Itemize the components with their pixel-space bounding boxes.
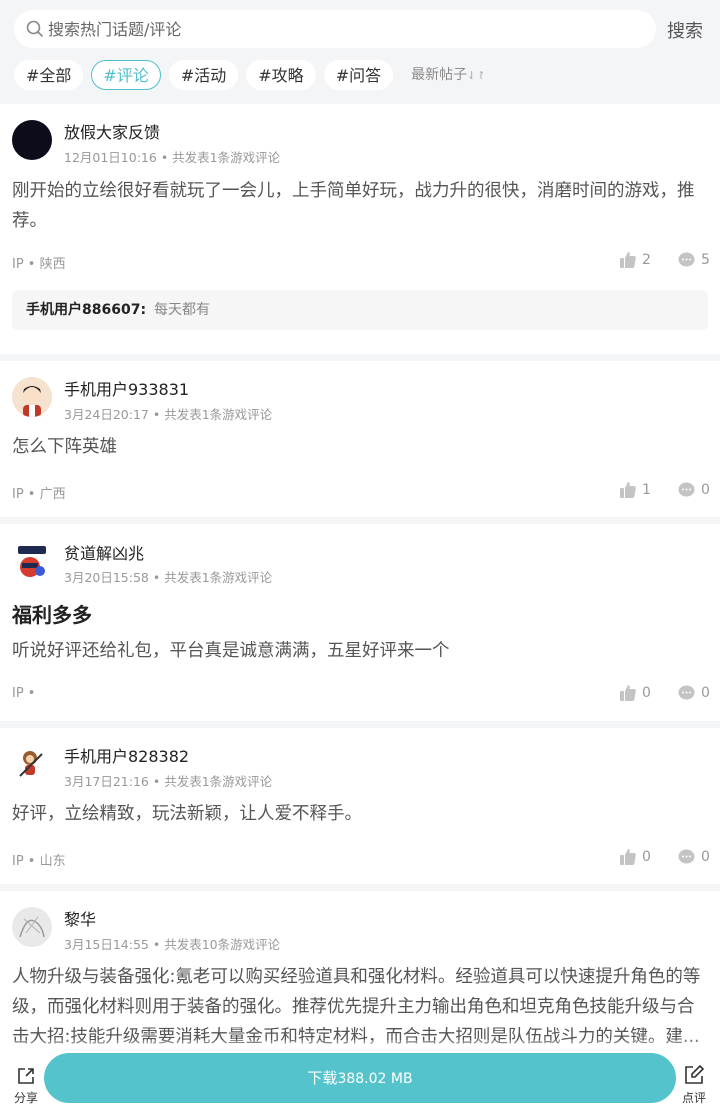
edit-icon (685, 1064, 705, 1084)
username[interactable]: 贫道解凶兆 (64, 540, 144, 564)
post-meta: 3月24日20:17 • 共发表1条游戏评论 (64, 407, 273, 422)
username[interactable]: 手机用户933831 (64, 376, 189, 400)
username[interactable]: 手机用户828382 (64, 743, 189, 767)
like-button[interactable]: 2 (620, 252, 651, 268)
post-text: 怎么下阵英雄 (12, 437, 117, 457)
tag-review[interactable]: #评论 (91, 60, 161, 90)
post-meta: 3月15日14:55 • 共发表10条游戏评论 (64, 937, 281, 952)
header-area: 搜索 #全部 #评论 #活动 #攻略 #问答 最新帖子⇃↾ (0, 0, 720, 104)
thumbs-up-icon (620, 849, 636, 865)
post-card[interactable]: 放假大家反馈 12月01日10:16 • 共发表1条游戏评论 刚开始的立绘很好看… (0, 104, 720, 354)
sort-icon: ⇃↾ (467, 68, 486, 82)
download-size: 388.02 MB (337, 1071, 413, 1087)
comment-icon (678, 252, 695, 267)
comment-button[interactable]: 5 (678, 252, 710, 268)
thumbs-up-icon (620, 685, 636, 701)
avatar[interactable] (12, 907, 52, 947)
post-card[interactable]: 手机用户828382 3月17日21:16 • 共发表1条游戏评论 好评，立绘精… (0, 728, 720, 884)
thumbs-up-icon (620, 482, 636, 498)
like-button[interactable]: 0 (620, 849, 651, 865)
username[interactable]: 黎华 (64, 906, 96, 930)
post-text: 刚开始的立绘很好看就玩了一会儿，上手简单好玩，战力升的很快，消磨时间的游戏，推荐… (12, 181, 695, 231)
comment-button[interactable]: 0 (678, 482, 710, 498)
post-text: 人物升级与装备强化:氪老可以购买经验道具和强化材料。经验道具可以快速提升角色的等… (12, 967, 701, 1047)
post-summary: 共发表1条游戏评论 (164, 774, 273, 789)
reply-text: 每天都有 (154, 302, 211, 318)
comment-icon (678, 685, 695, 700)
reply-preview[interactable]: 手机用户886607: 每天都有 (12, 290, 708, 330)
comment-icon (678, 482, 695, 497)
post-time: 3月15日14:55 (64, 937, 149, 952)
ip-location: IP • 陕西 (12, 257, 66, 272)
avatar-cartoon-icon (18, 546, 46, 577)
avatar-boy-icon (23, 386, 41, 417)
download-label: 下载 (307, 1069, 338, 1087)
share-label: 分享 (13, 1091, 38, 1105)
post-summary: 共发表1条游戏评论 (164, 407, 273, 422)
reply-user: 手机用户886607: (26, 302, 147, 318)
post-text: 听说好评还给礼包，平台真是诚意满满，五星好评来一个 (12, 641, 450, 661)
sort-label: 最新帖子 (411, 66, 468, 83)
post-summary: 共发表1条游戏评论 (164, 570, 273, 585)
thumbs-up-icon (620, 252, 636, 268)
post-meta: 12月01日10:16 • 共发表1条游戏评论 (64, 150, 281, 165)
tag-filter-bar: #全部 #评论 #活动 #攻略 #问答 最新帖子⇃↾ (14, 59, 486, 91)
like-button[interactable]: 0 (620, 685, 651, 701)
avatar[interactable] (12, 377, 52, 417)
comment-button[interactable]: 0 (678, 849, 710, 865)
comment-count: 0 (701, 685, 710, 701)
comment-icon (678, 849, 695, 864)
ip-location: IP • 山东 (12, 854, 66, 869)
post-summary: 共发表10条游戏评论 (164, 937, 281, 952)
share-icon (18, 1068, 34, 1084)
like-count: 0 (642, 685, 651, 701)
post-summary: 共发表1条游戏评论 (172, 150, 281, 165)
username[interactable]: 放假大家反馈 (64, 119, 160, 143)
comment-count: 0 (701, 482, 710, 498)
search-icon (26, 20, 43, 37)
post-time: 3月24日20:17 (64, 407, 149, 422)
post-title: 福利多多 (12, 603, 92, 627)
avatar-sketch-icon (19, 916, 45, 938)
search-button[interactable]: 搜索 (667, 17, 703, 43)
divider (0, 354, 720, 361)
tag-qa[interactable]: #问答 (323, 60, 394, 90)
like-count: 0 (642, 849, 651, 865)
post-time: 3月17日21:16 (64, 774, 149, 789)
tag-guide[interactable]: #攻略 (246, 60, 316, 90)
avatar-monkey-icon (19, 751, 43, 777)
like-count: 2 (642, 252, 651, 268)
comment-count: 5 (701, 252, 710, 268)
divider (0, 517, 720, 524)
review-button[interactable]: 点评 (678, 1064, 710, 1106)
comment-count: 0 (701, 849, 710, 865)
ip-location: IP • 广西 (12, 487, 66, 502)
like-count: 1 (642, 482, 651, 498)
post-time: 3月20日15:58 (64, 570, 149, 585)
divider (0, 884, 720, 891)
post-card[interactable]: 贫道解凶兆 3月20日15:58 • 共发表1条游戏评论 福利多多 听说好评还给… (0, 524, 720, 721)
download-button[interactable]: 下载388.02 MB (44, 1053, 676, 1103)
divider (0, 721, 720, 728)
like-button[interactable]: 1 (620, 482, 651, 498)
post-text: 好评，立绘精致，玩法新颖，让人爱不释手。 (12, 804, 362, 824)
avatar[interactable] (12, 541, 52, 581)
ip-location: IP • (12, 686, 36, 701)
review-label: 点评 (681, 1091, 706, 1105)
comment-button[interactable]: 0 (678, 685, 710, 701)
post-time: 12月01日10:16 (64, 150, 157, 165)
post-meta: 3月20日15:58 • 共发表1条游戏评论 (64, 570, 273, 585)
post-meta: 3月17日21:16 • 共发表1条游戏评论 (64, 774, 273, 789)
tag-all[interactable]: #全部 (14, 60, 84, 90)
tag-activity[interactable]: #活动 (168, 60, 239, 90)
avatar[interactable] (12, 120, 52, 160)
search-box[interactable] (14, 10, 656, 48)
post-card[interactable]: 手机用户933831 3月24日20:17 • 共发表1条游戏评论 怎么下阵英雄… (0, 361, 720, 517)
sort-dropdown[interactable]: 最新帖子⇃↾ (411, 60, 485, 91)
search-input[interactable] (48, 10, 638, 48)
avatar[interactable] (12, 744, 52, 784)
share-button[interactable]: 分享 (10, 1066, 42, 1106)
